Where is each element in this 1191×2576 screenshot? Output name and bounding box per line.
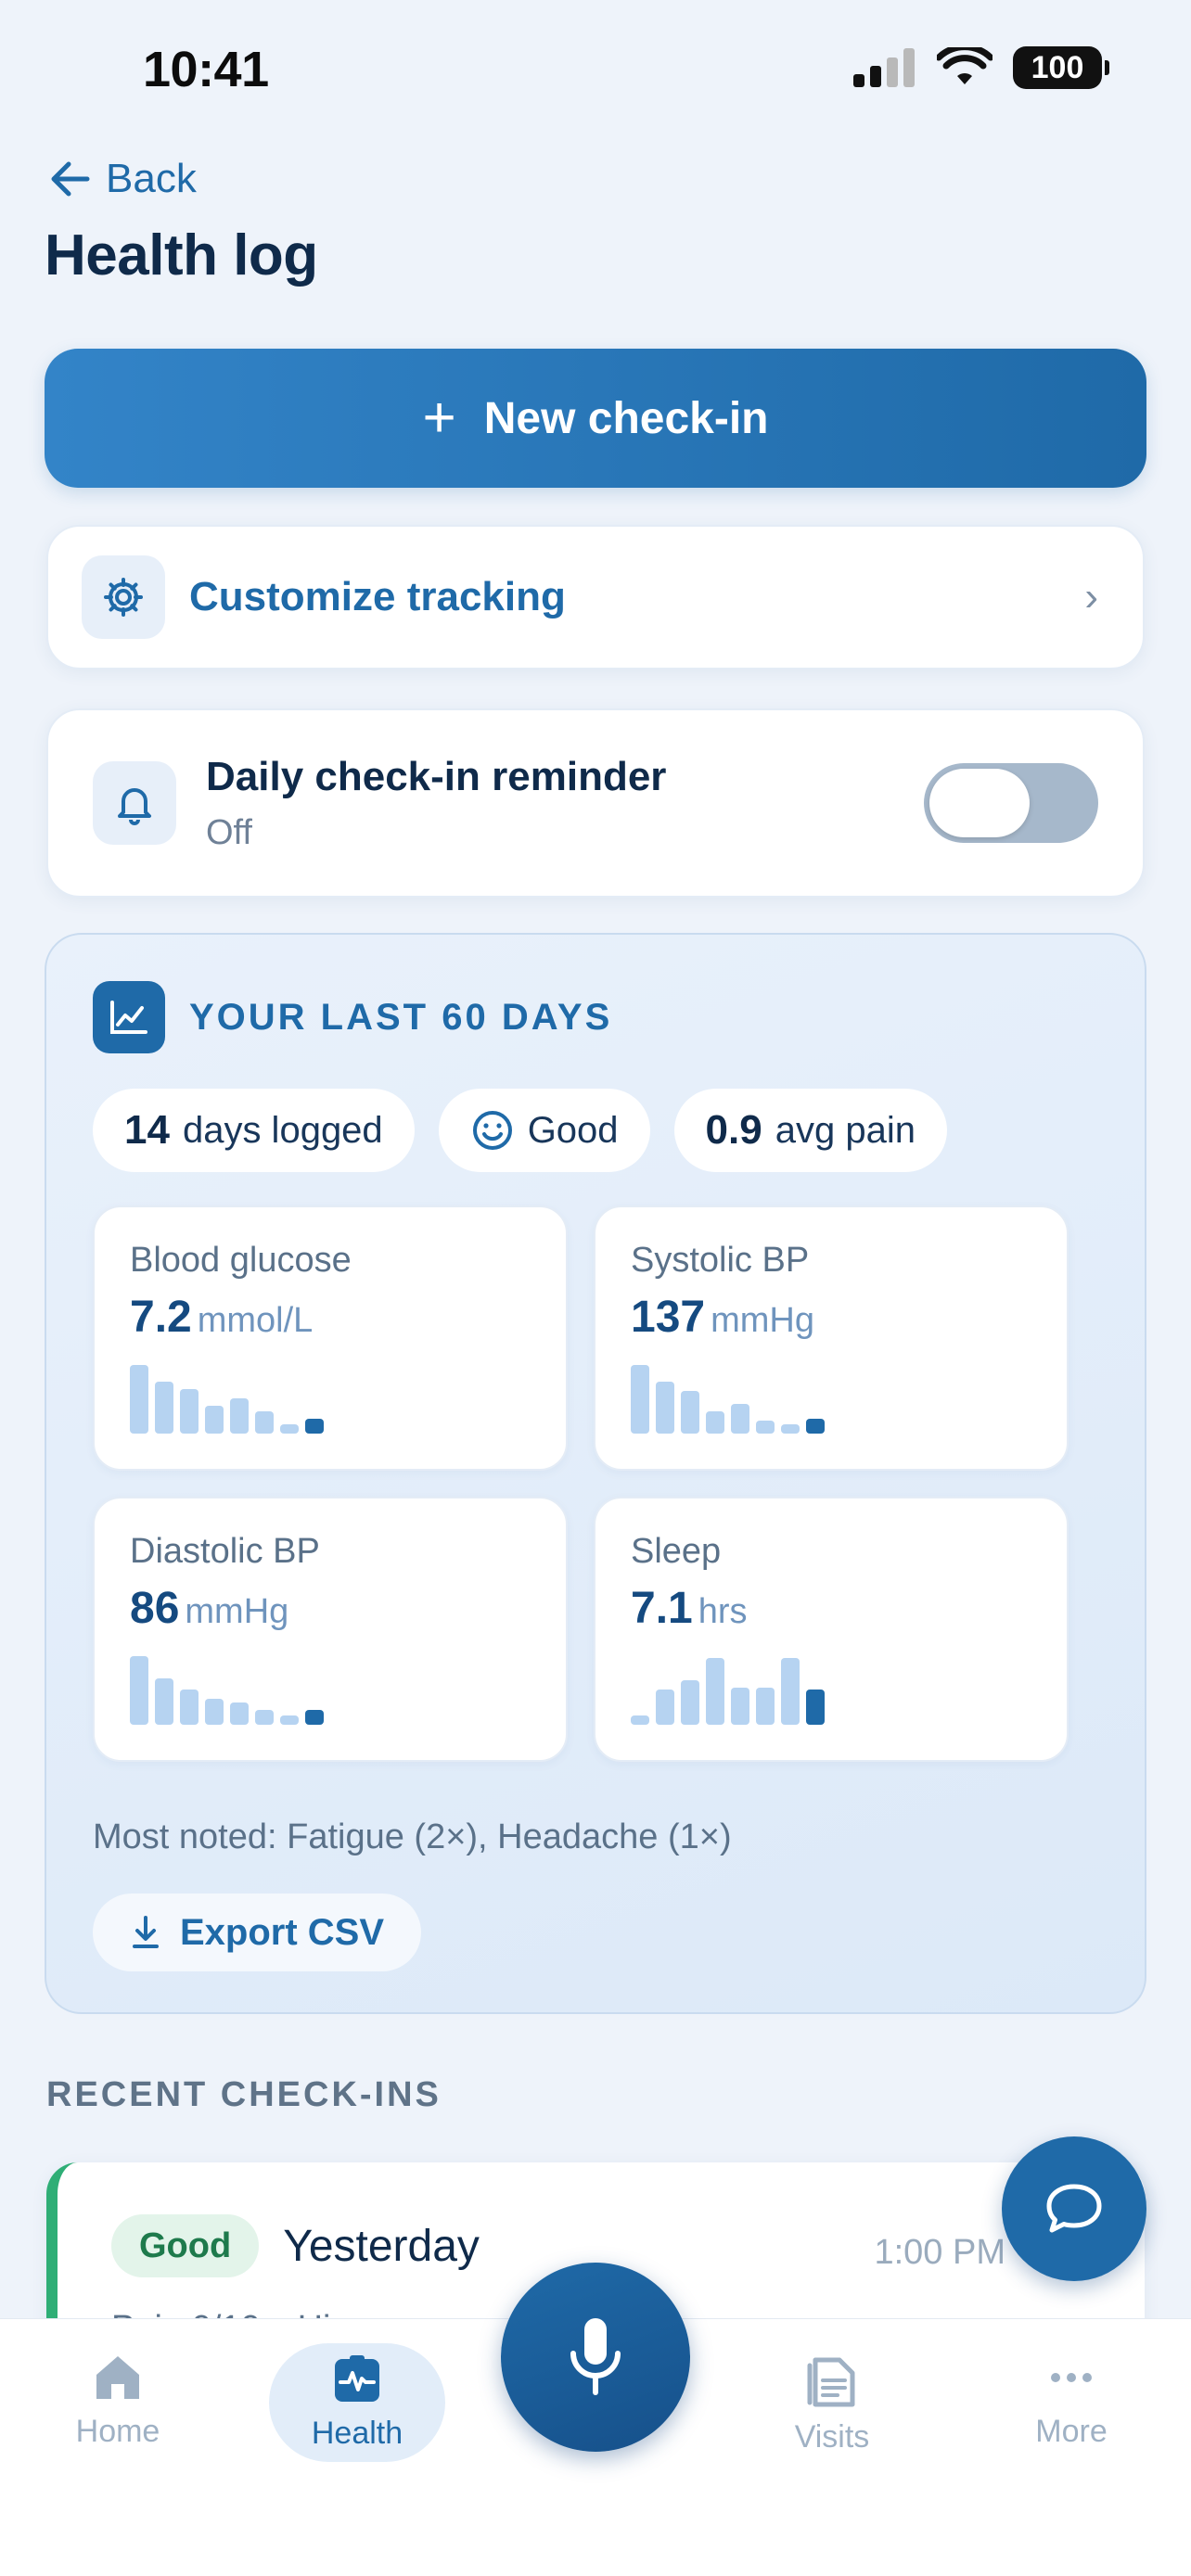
battery-indicator: 100 <box>1013 46 1109 89</box>
metric-label: Blood glucose <box>130 1241 352 1280</box>
chart-line-icon <box>93 981 165 1053</box>
tab-more-label: More <box>1035 2414 1108 2449</box>
voice-input-button[interactable] <box>501 2263 690 2452</box>
metric-label: Systolic BP <box>631 1241 810 1280</box>
metric-value: 7.2 mmol/L <box>130 1293 314 1342</box>
daily-reminder-row: Daily check-in reminder Off <box>46 708 1145 898</box>
new-checkin-label: New check-in <box>483 393 769 443</box>
metric-card-diastolic-bp[interactable]: Diastolic BP 86 mmHg <box>93 1497 568 1762</box>
avg-pain-value: 0.9 <box>705 1107 762 1153</box>
more-dots-icon <box>1051 2373 1092 2382</box>
home-icon <box>96 2356 139 2399</box>
new-checkin-button[interactable]: + New check-in <box>45 349 1146 488</box>
heart-pulse-icon <box>335 2354 379 2402</box>
avg-pain-chip: 0.9 avg pain <box>673 1089 947 1172</box>
sparkline <box>631 1656 844 1725</box>
metric-value: 137 mmHg <box>631 1293 814 1342</box>
wifi-icon <box>937 47 992 84</box>
days-logged-value: 14 <box>124 1107 170 1153</box>
metric-label: Sleep <box>631 1532 722 1571</box>
back-button[interactable]: Back <box>48 156 197 202</box>
mood-chip: Good <box>438 1089 650 1172</box>
customize-tracking-row[interactable]: Customize tracking › <box>46 525 1145 670</box>
bell-icon <box>93 761 176 845</box>
sparkline <box>631 1365 844 1434</box>
tab-home[interactable]: Home <box>30 2353 206 2450</box>
signal-icon <box>853 48 915 87</box>
customize-tracking-label: Customize tracking <box>189 574 566 619</box>
tab-home-label: Home <box>75 2414 160 2449</box>
checkin-date: Yesterday <box>283 2221 480 2271</box>
summary-panel: YOUR LAST 60 DAYS 14 days logged Good 0.… <box>45 933 1146 2014</box>
summary-title: YOUR LAST 60 DAYS <box>189 996 613 1038</box>
reminder-status: Off <box>206 812 252 852</box>
days-logged-chip: 14 days logged <box>93 1089 415 1172</box>
chat-bubble-icon <box>1046 2184 1102 2233</box>
metric-card-blood-glucose[interactable]: Blood glucose 7.2 mmol/L <box>93 1205 568 1471</box>
back-label: Back <box>106 156 197 201</box>
smiley-icon <box>472 1111 512 1150</box>
reminder-title: Daily check-in reminder <box>206 753 667 799</box>
most-noted-text: Most noted: Fatigue (2×), Headache (1×) <box>93 1817 732 1856</box>
export-csv-button[interactable]: Export CSV <box>93 1894 422 1971</box>
summary-chips: 14 days logged Good 0.9 avg pain <box>93 1089 947 1172</box>
mood-label: Good <box>527 1109 619 1151</box>
export-csv-label: Export CSV <box>180 1911 385 1953</box>
document-icon <box>807 2357 855 2407</box>
status-badge: Good <box>111 2214 260 2277</box>
tab-health[interactable]: Health <box>269 2343 445 2462</box>
metric-card-systolic-bp[interactable]: Systolic BP 137 mmHg <box>594 1205 1069 1471</box>
tab-more[interactable]: More <box>983 2353 1159 2450</box>
reminder-toggle[interactable] <box>924 763 1098 843</box>
chevron-right-icon: › <box>1084 574 1098 619</box>
metric-label: Diastolic BP <box>130 1532 320 1571</box>
metric-value: 86 mmHg <box>130 1584 289 1633</box>
plus-icon: + <box>422 386 456 450</box>
status-time: 10:41 <box>143 42 269 97</box>
status-icons: 100 <box>853 46 1109 89</box>
sparkline <box>130 1365 343 1434</box>
metric-value: 7.1 hrs <box>631 1584 748 1633</box>
tab-visits-label: Visits <box>794 2419 870 2455</box>
download-icon <box>133 1916 159 1948</box>
tab-visits[interactable]: Visits <box>744 2353 920 2455</box>
chat-fab-button[interactable] <box>1002 2136 1146 2281</box>
microphone-icon <box>570 2318 621 2395</box>
metric-card-sleep[interactable]: Sleep 7.1 hrs <box>594 1497 1069 1762</box>
page-title: Health log <box>45 223 318 287</box>
arrow-left-icon <box>51 161 90 197</box>
toggle-knob <box>929 769 1030 837</box>
checkin-time: 1:00 PM <box>874 2233 1005 2272</box>
summary-header: YOUR LAST 60 DAYS <box>93 981 612 1053</box>
avg-pain-label: avg pain <box>775 1109 916 1151</box>
tab-health-label: Health <box>311 2415 403 2451</box>
sparkline <box>130 1656 343 1725</box>
recent-checkins-title: RECENT CHECK-INS <box>46 2075 442 2114</box>
gear-icon <box>82 555 165 639</box>
days-logged-label: days logged <box>182 1109 383 1151</box>
